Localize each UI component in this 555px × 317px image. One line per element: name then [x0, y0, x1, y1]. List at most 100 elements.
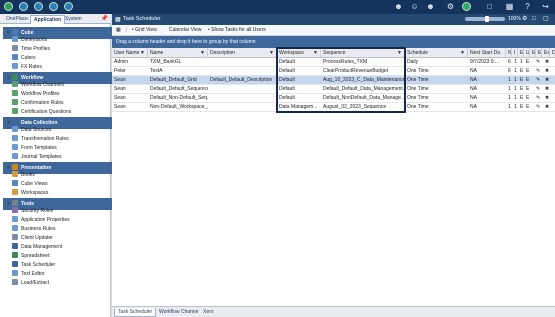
edit-icon[interactable]: ✎ — [536, 58, 540, 67]
channel-icon — [12, 81, 18, 87]
tree-item-form-templates[interactable]: Form Templates — [12, 144, 57, 153]
filter-icon[interactable]: ▼ — [313, 48, 318, 58]
column-ex[interactable]: Ex — [542, 48, 550, 58]
edit-icon[interactable]: ✎ — [536, 67, 540, 76]
table-row[interactable]: Peter TestA Default ClearProductRevenueB… — [112, 67, 555, 76]
grid-icon[interactable]: ▦ — [505, 2, 514, 12]
calendar-icon[interactable]: ▦ — [116, 26, 121, 35]
tree-item-confirmation-rules[interactable]: Confirmation Rules — [12, 99, 64, 108]
tree-item-fx-rates[interactable]: FX Rates — [12, 63, 42, 72]
zoom-slider-handle[interactable] — [485, 16, 489, 22]
table-row-selected[interactable]: Sean Default_Default_Grid Default_Defaul… — [112, 76, 555, 85]
currency-icon — [12, 63, 18, 69]
home-icon[interactable] — [4, 2, 13, 11]
nav-tabs: OnePlace Application System 📌 — [0, 14, 111, 24]
delete-icon[interactable]: ✖ — [545, 76, 549, 85]
profile-icon — [12, 90, 18, 96]
tree-item-load-extract[interactable]: Load/Extract — [12, 279, 49, 288]
table-row[interactable]: Sean Non-Default_Workspace_... Data Mana… — [112, 103, 555, 112]
data-source-icon — [12, 126, 18, 132]
help-icon[interactable]: ? — [523, 2, 532, 12]
table-row[interactable]: Sean Default_Default_Sequence Default De… — [112, 85, 555, 94]
doc-tab-task-scheduler[interactable]: Task Scheduler — [114, 308, 157, 317]
calendar-view-button[interactable]: Calendar View — [169, 26, 201, 35]
settings-icon[interactable]: ⚙ — [522, 14, 527, 25]
filter-icon[interactable]: ▼ — [460, 48, 465, 58]
edit-icon[interactable]: ✎ — [536, 76, 540, 85]
tree-item-time-profiles[interactable]: Time Profiles — [12, 45, 50, 54]
column-workspace[interactable]: Workspace ▼ — [277, 48, 321, 58]
tree-item-transformation-rules[interactable]: Transformation Rules — [12, 135, 69, 144]
settings-circle-icon[interactable] — [64, 2, 73, 11]
certificate-icon — [12, 108, 18, 114]
tree-item-data-management[interactable]: Data Management — [12, 243, 62, 252]
gear-icon[interactable]: ⚙ — [446, 2, 455, 12]
clipboard-icon[interactable]: □ — [485, 2, 494, 12]
logout-icon[interactable]: ↪ — [541, 2, 550, 12]
grid-view-button[interactable]: • Grid View — [132, 26, 157, 35]
column-schedule[interactable]: Schedule ▼ — [405, 48, 468, 58]
column-name[interactable]: Name ▼ — [148, 48, 208, 58]
filter-icon[interactable]: ▼ — [200, 48, 205, 58]
edit-icon[interactable]: ✎ — [536, 103, 540, 112]
tree-item-text-editor[interactable]: Text Editor — [12, 270, 45, 279]
database-icon — [12, 119, 18, 125]
filter-icon[interactable]: ▼ — [397, 48, 402, 58]
tree-item-security-roles[interactable]: Security Roles — [12, 207, 53, 216]
filter-icon[interactable]: ▼ — [269, 48, 274, 58]
shield-icon — [12, 207, 18, 213]
delete-icon[interactable]: ✖ — [545, 58, 549, 67]
tree-item-client-updater[interactable]: Client Updater — [12, 234, 53, 243]
forward-icon[interactable] — [49, 2, 58, 11]
column-d[interactable]: D — [550, 48, 555, 58]
user-icon[interactable]: ☻ — [394, 2, 403, 12]
check-icon — [12, 99, 18, 105]
back-icon[interactable] — [34, 2, 43, 11]
tree-item-business-rules[interactable]: Business Rules — [12, 225, 55, 234]
doc-tab-workflow-channels[interactable]: Workflow Channe — [156, 308, 201, 317]
column-next-start-date[interactable]: Next Start Da — [468, 48, 506, 58]
tree-item-data-sources[interactable]: Data Sources — [12, 126, 51, 135]
tree-item-application-properties[interactable]: Application Properties — [12, 216, 70, 225]
zoom-slider[interactable] — [465, 16, 505, 22]
tree-item-books[interactable]: Books — [12, 171, 35, 180]
refresh-icon[interactable] — [19, 2, 28, 11]
tree-item-journal-templates[interactable]: Journal Templates — [12, 153, 62, 162]
tree-item-task-scheduler[interactable]: Task Scheduler — [12, 261, 55, 270]
filter-icon[interactable]: ▼ — [140, 48, 145, 58]
edit-icon[interactable]: ✎ — [536, 94, 540, 103]
delete-icon[interactable]: ✖ — [545, 85, 549, 94]
group-by-area[interactable]: Drag a column header and drop it here to… — [112, 36, 555, 48]
tree-item-workflow-profiles[interactable]: Workflow Profiles — [12, 90, 60, 99]
user-group-icon[interactable]: ☺ — [410, 2, 419, 12]
tree-item-workflow-channels[interactable]: Workflow Channels — [12, 81, 64, 90]
maximize-icon[interactable]: ▢ — [543, 14, 549, 25]
tree-item-cube-views[interactable]: Cube Views — [12, 180, 48, 189]
tree-item-spreadsheet[interactable]: Spreadsheet — [12, 252, 49, 261]
tree-item-workspaces[interactable]: Workspaces — [12, 189, 48, 198]
tree-item-dimensions[interactable]: Dimensions — [12, 36, 47, 45]
tree-item-certification-questions[interactable]: Certification Questions — [12, 108, 71, 117]
status-icon[interactable] — [462, 2, 471, 11]
column-sequence[interactable]: Sequence ▼ — [321, 48, 405, 58]
clock-icon — [12, 45, 18, 51]
doc-tab-xero[interactable]: Xero — [200, 308, 217, 317]
table-row[interactable]: Admin TXM_BankGL Default ProcessRules_TX… — [112, 58, 555, 67]
tree-item-cubes[interactable]: Cubes — [12, 54, 35, 63]
tab-system[interactable]: System — [62, 15, 85, 24]
user-profile-icon[interactable]: ☻ — [426, 2, 435, 12]
edit-icon[interactable]: ✎ — [536, 85, 540, 94]
journal-icon — [12, 153, 18, 159]
column-user-name[interactable]: User Name ▼ — [112, 48, 148, 58]
column-description[interactable]: Description ▼ — [208, 48, 277, 58]
delete-icon[interactable]: ✖ — [545, 94, 549, 103]
restore-icon[interactable]: □ — [532, 14, 536, 25]
tab-application[interactable]: Application — [30, 15, 66, 24]
delete-icon[interactable]: ✖ — [545, 103, 549, 112]
pin-icon[interactable]: 📌 — [101, 15, 108, 22]
delete-icon[interactable]: ✖ — [545, 67, 549, 76]
show-all-users-toggle[interactable]: • Show Tasks for all Users — [208, 26, 266, 35]
book-icon — [12, 171, 18, 177]
tab-oneplace[interactable]: OnePlace — [3, 15, 31, 24]
table-row[interactable]: Sean Default_Non-Default_Seq... Default … — [112, 94, 555, 103]
